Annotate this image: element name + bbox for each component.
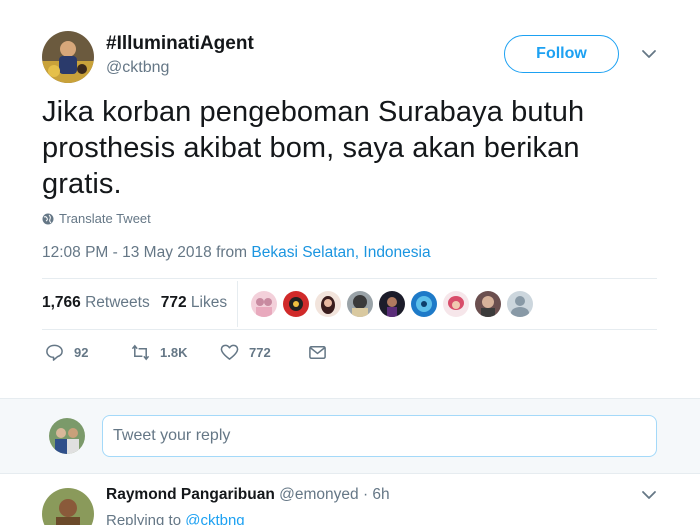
liker-avatar[interactable] bbox=[283, 291, 309, 317]
translate-label: Translate Tweet bbox=[59, 211, 151, 226]
tweet-text: Jika korban pengeboman Surabaya butuh pr… bbox=[42, 96, 585, 200]
tweet-timestamp[interactable]: 12:08 PM - 13 May 2018 bbox=[42, 244, 212, 261]
liker-avatar[interactable] bbox=[411, 291, 437, 317]
chevron-down-icon[interactable] bbox=[640, 45, 658, 63]
reply-author-name[interactable]: Raymond Pangaribuan bbox=[106, 486, 275, 503]
globe-icon bbox=[42, 213, 54, 224]
liker-avatar[interactable] bbox=[347, 291, 373, 317]
retweets-stat[interactable]: 1,766 Retweets bbox=[42, 294, 150, 312]
reply-time[interactable]: 6h bbox=[372, 486, 389, 503]
direct-message-button[interactable] bbox=[308, 343, 327, 362]
current-user-avatar[interactable] bbox=[49, 418, 85, 454]
reply-input[interactable] bbox=[102, 415, 657, 457]
from-label: from bbox=[216, 244, 248, 261]
divider bbox=[42, 278, 657, 279]
author-avatar[interactable] bbox=[42, 31, 94, 83]
liker-avatar[interactable] bbox=[475, 291, 501, 317]
liker-avatar[interactable] bbox=[315, 291, 341, 317]
reply-count: 92 bbox=[74, 345, 89, 360]
replying-to-handle[interactable]: @cktbng bbox=[185, 512, 244, 525]
like-button[interactable]: 772 bbox=[220, 343, 308, 362]
reply-button[interactable]: 92 bbox=[45, 343, 131, 362]
replying-to-line: Replying to @cktbng bbox=[106, 512, 245, 525]
retweet-icon bbox=[131, 344, 150, 361]
tweet-location[interactable]: Bekasi Selatan, Indonesia bbox=[251, 244, 430, 261]
liker-avatar[interactable] bbox=[443, 291, 469, 317]
retweet-button[interactable]: 1.8K bbox=[131, 343, 220, 362]
author-display-name[interactable]: #IlluminatiAgent bbox=[106, 33, 254, 55]
replying-label: Replying to bbox=[106, 512, 182, 525]
tweet-stats: 1,766 Retweets 772 Likes bbox=[42, 294, 227, 312]
translate-tweet-link[interactable]: Translate Tweet bbox=[42, 211, 151, 226]
stats-divider bbox=[237, 281, 238, 327]
author-handle[interactable]: @cktbng bbox=[106, 59, 169, 77]
retweets-label: Retweets bbox=[85, 294, 150, 311]
follow-button[interactable]: Follow bbox=[504, 35, 619, 73]
liker-avatar[interactable] bbox=[507, 291, 533, 317]
chevron-down-icon[interactable] bbox=[640, 486, 658, 504]
reply-author-handle[interactable]: @emonyed bbox=[279, 486, 359, 503]
likes-count: 772 bbox=[160, 294, 187, 311]
tweet-detail: #IlluminatiAgent @cktbng Follow Jika kor… bbox=[0, 0, 700, 398]
like-count: 772 bbox=[249, 345, 271, 360]
likes-stat[interactable]: 772 Likes bbox=[161, 294, 227, 312]
reply-author: Raymond Pangaribuan @emonyed · 6h bbox=[106, 486, 390, 504]
liker-avatar[interactable] bbox=[379, 291, 405, 317]
reply-icon bbox=[46, 344, 63, 361]
heart-icon bbox=[220, 344, 239, 360]
liker-avatar[interactable] bbox=[251, 291, 277, 317]
tweet-actions: 92 1.8K 772 bbox=[45, 343, 327, 362]
retweets-count: 1,766 bbox=[42, 294, 81, 311]
reply-separator: · bbox=[362, 486, 369, 503]
reply-author-avatar[interactable] bbox=[42, 488, 94, 525]
likes-label: Likes bbox=[190, 294, 228, 311]
likers-list bbox=[251, 291, 533, 317]
retweet-count: 1.8K bbox=[160, 345, 188, 360]
envelope-icon bbox=[309, 346, 326, 359]
tweet-meta: 12:08 PM - 13 May 2018 from Bekasi Selat… bbox=[42, 244, 431, 262]
divider bbox=[42, 329, 657, 330]
